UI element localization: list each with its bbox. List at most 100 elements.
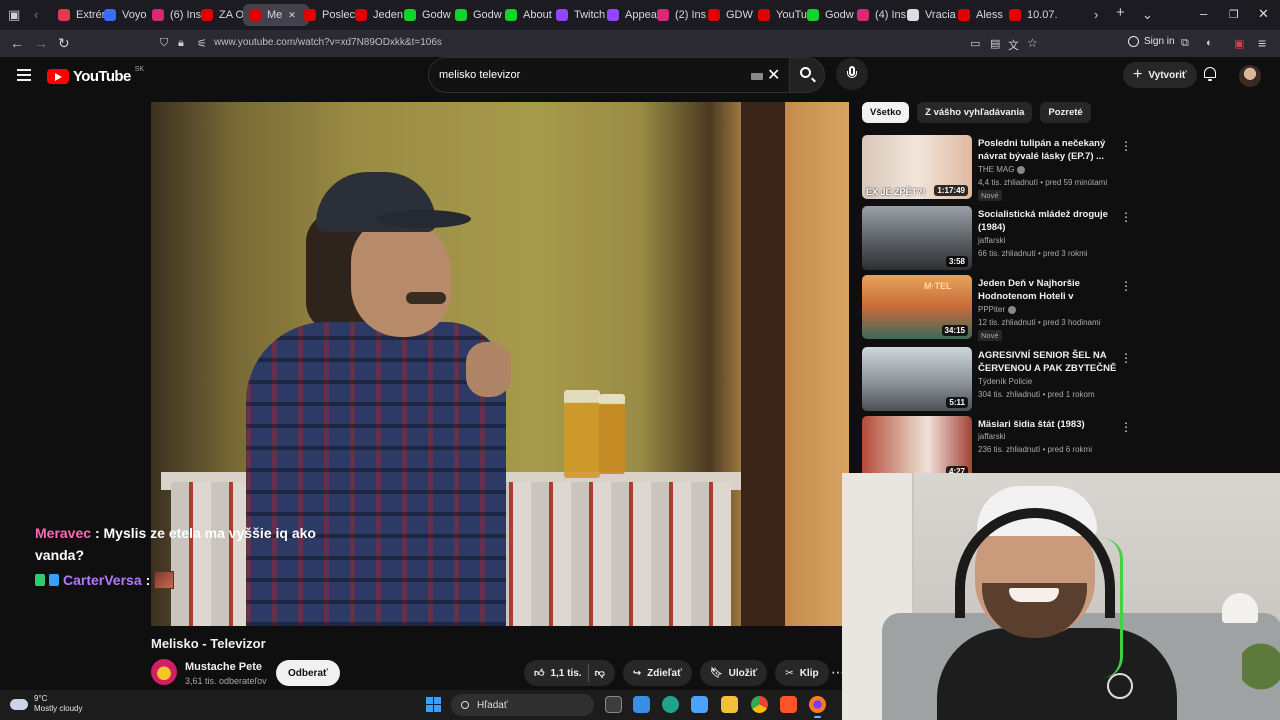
tab-favicon-icon [355, 9, 367, 21]
search-box[interactable]: melisko televizor ✕ [428, 57, 790, 93]
chip-watched[interactable]: Pozreté [1040, 102, 1091, 123]
search-button[interactable] [789, 57, 825, 93]
save-button[interactable]: 🔖︎ Uložiť [699, 660, 768, 686]
taskbar-search[interactable]: Hľadať [451, 694, 594, 716]
store-icon[interactable] [633, 696, 650, 713]
video-thumbnail[interactable]: 5:11 [862, 347, 972, 411]
forward-icon[interactable]: → [34, 35, 48, 51]
new-badge: Nové [978, 330, 1002, 341]
recommendation-channel[interactable]: PPPiter [978, 305, 1017, 314]
recommendation-item[interactable]: 3:58 Socialistická mládež droguje (1984)… [862, 206, 1134, 270]
subscribe-button[interactable]: Odberať [276, 660, 340, 686]
video-thumbnail[interactable]: M·TEL 34:15 [862, 275, 972, 339]
clip-button[interactable]: ✂ Klip [775, 660, 829, 686]
photos-icon[interactable] [691, 696, 708, 713]
back-icon[interactable]: ← [10, 35, 24, 51]
channel-avatar[interactable] [151, 659, 177, 685]
scroll-tabs-right-icon[interactable]: › [1094, 7, 1098, 23]
man-cap-brim [376, 210, 471, 228]
headphone-cable [1102, 538, 1123, 678]
recommendation-title[interactable]: Posledni tulipán a nečekaný návrat býval… [978, 137, 1118, 163]
recommendation-channel[interactable]: jaffarski [978, 432, 1005, 441]
hamburger-menu-icon[interactable] [17, 69, 31, 84]
permissions-icon[interactable]: ⚟ [197, 37, 207, 50]
extension-badge-icon[interactable]: ▣ [1234, 37, 1244, 50]
windows-start-icon[interactable] [426, 697, 441, 712]
plus-icon: + [1133, 66, 1143, 83]
recommendation-title[interactable]: AGRESIVNÍ SENIOR ŠEL NA ČERVENOU A PAK Z… [978, 349, 1118, 375]
brave-icon[interactable] [780, 696, 797, 713]
recommendation-title[interactable]: Socialistická mládež droguje (1984) [978, 208, 1118, 234]
minimize-icon[interactable]: – [1200, 6, 1207, 21]
close-window-icon[interactable]: ✕ [1258, 6, 1269, 22]
notifications-bell-icon[interactable] [1203, 67, 1217, 81]
more-options-icon[interactable]: ⋮ [1120, 210, 1132, 224]
recommendation-item[interactable]: 5:11 AGRESIVNÍ SENIOR ŠEL NA ČERVENOU A … [862, 347, 1134, 411]
sign-in-label: Sign in [1144, 36, 1175, 47]
maximize-icon[interactable]: ❐ [1229, 8, 1239, 21]
video-thumbnail[interactable]: 4:27 [862, 416, 972, 480]
video-frame-doorframe [741, 102, 785, 626]
video-thumbnail[interactable]: 3:58 [862, 206, 972, 270]
video-thumbnail[interactable]: EX JE ZPĚT?! 1:17:49 [862, 135, 972, 199]
user-avatar[interactable] [1239, 65, 1261, 87]
recommendation-channel[interactable]: jaffarski [978, 236, 1005, 245]
recommendation-title[interactable]: Jeden Deň v Najhoršie Hodnotenom Hoteli … [978, 277, 1118, 303]
more-options-icon[interactable]: ⋮ [1120, 279, 1132, 293]
clear-search-icon[interactable]: ✕ [767, 65, 780, 85]
more-options-icon[interactable]: ⋮ [1120, 351, 1132, 365]
browser-tab-strip: ▣ ‹ Extrén Voyo (6) Ins ZA OF Me ✕ Poslec Jeden… [0, 0, 1280, 30]
edge-icon[interactable] [662, 696, 679, 713]
chip-all[interactable]: Všetko [862, 102, 910, 123]
list-all-tabs-icon[interactable]: ⌄ [1142, 7, 1153, 23]
browser-tab[interactable]: 10.07. [1003, 4, 1069, 26]
bookmark-star-icon[interactable]: ☆ [1027, 36, 1038, 50]
reader-icon[interactable]: ▤ [990, 37, 1000, 50]
youtube-logo[interactable]: YouTube SK [47, 66, 144, 85]
reload-icon[interactable]: ↻ [58, 35, 70, 52]
share-button[interactable]: ↪ Zdieľať [622, 660, 692, 686]
recommendation-channel[interactable]: THE MAG [978, 165, 1026, 174]
more-options-icon[interactable]: ⋮ [1120, 139, 1132, 153]
new-tab-icon[interactable]: + [1116, 5, 1125, 21]
search-icon [461, 701, 469, 709]
thumbnail-text: M·TEL [924, 281, 952, 291]
firefox-icon[interactable] [809, 696, 826, 718]
sign-in-button[interactable]: Sign in [1128, 36, 1175, 47]
dislike-button[interactable]: 👎︎ [595, 667, 605, 679]
recommendation-channel[interactable]: Týdeník Policie [978, 377, 1032, 386]
file-explorer-icon[interactable] [721, 696, 738, 713]
channel-name[interactable]: Mustache Pete [185, 661, 262, 673]
close-tab-icon[interactable]: ✕ [288, 10, 296, 21]
search-input[interactable]: melisko televizor [439, 69, 520, 81]
recommendation-item[interactable]: 4:27 Mäsiari šidia štát (1983) jaffarski… [862, 416, 1134, 480]
more-options-icon[interactable]: ⋮ [1120, 420, 1132, 434]
pip-icon[interactable]: ▭ [970, 37, 980, 50]
menu-icon[interactable]: ≡ [1258, 35, 1266, 51]
task-view-icon[interactable] [605, 696, 622, 713]
recommendation-item[interactable]: M·TEL 34:15 Jeden Deň v Najhoršie Hodnot… [862, 275, 1134, 341]
extensions-icon[interactable]: ⧉ [1181, 37, 1189, 50]
keyboard-icon[interactable] [751, 73, 763, 80]
extension-icon[interactable]: ◐ [1206, 37, 1213, 49]
recommendation-meta: 4,4 tis. zhliadnutí • pred 59 minútami [978, 178, 1108, 187]
voice-search-button[interactable] [836, 58, 868, 90]
tab-list-icon[interactable]: ▣ [8, 7, 20, 23]
chrome-icon[interactable] [751, 696, 768, 713]
webcam-background-plant [1242, 613, 1280, 720]
translate-icon[interactable]: 文 [1008, 37, 1019, 53]
like-button[interactable]: 👍︎ 1,1 tis. [534, 667, 582, 680]
recommendation-item[interactable]: EX JE ZPĚT?! 1:17:49 Posledni tulipán a … [862, 135, 1134, 201]
create-button[interactable]: + Vytvoriť [1123, 62, 1197, 88]
scroll-tabs-left-icon[interactable]: ‹ [34, 7, 38, 23]
tab-favicon-icon [1009, 9, 1021, 21]
chip-from-search[interactable]: Z vášho vyhľadávania [917, 102, 1033, 123]
thumbs-down-icon: 👎︎ [594, 668, 605, 679]
recommendation-title[interactable]: Mäsiari šidia štát (1983) [978, 418, 1118, 431]
shield-icon[interactable]: ⛉ [160, 37, 168, 50]
clip-label: Klip [799, 667, 819, 679]
lock-icon[interactable]: 🔒︎ [178, 37, 184, 50]
url-field[interactable]: www.youtube.com/watch?v=xd7N89ODxkk&t=10… [214, 37, 442, 48]
weather-widget[interactable]: 9°C Mostly cloudy [10, 694, 82, 714]
video-frame-door [785, 102, 849, 626]
